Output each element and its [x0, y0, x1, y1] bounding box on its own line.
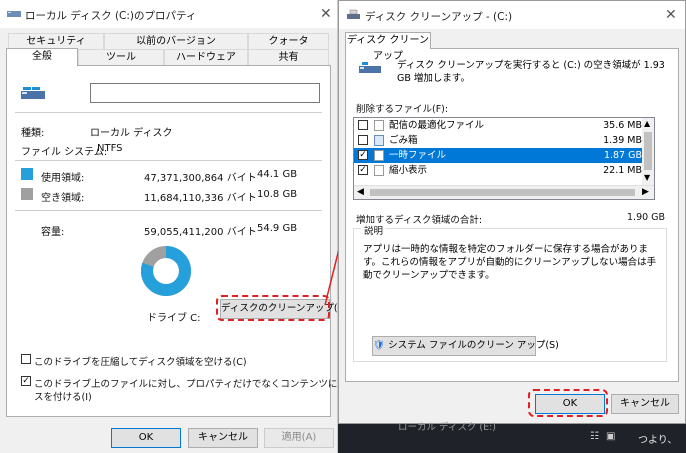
drive-icon — [7, 9, 21, 22]
usage-donut-chart — [141, 246, 191, 296]
file-icon — [374, 150, 384, 161]
file-size: 35.6 MB — [603, 120, 642, 131]
tab-disk-cleanup[interactable]: ディスク クリーンアップ — [345, 32, 431, 62]
compress-checkbox[interactable] — [21, 354, 31, 364]
file-checkbox[interactable] — [358, 120, 368, 130]
shield-icon: 🛡 — [373, 340, 386, 351]
title-bar: ディスク クリーンアップ - (C:) ✕ — [339, 1, 685, 29]
tab-tools[interactable]: ツール — [78, 49, 164, 65]
index-label-line2: スを付ける(I) — [34, 392, 92, 403]
free-space-gb: 10.8 GB — [257, 189, 298, 200]
taskbar-strip: ローカル ディスク (E:) ☷ ▣ つより、 — [338, 422, 686, 453]
system-file-cleanup-button[interactable]: 🛡 システム ファイルのクリーン アップ(S) — [372, 336, 559, 356]
disk-cleanup-window: ディスク クリーンアップ - (C:) ✕ ディスク クリーンアップ ディスク … — [338, 0, 686, 424]
free-space-bytes: 11,684,110,336 バイト — [144, 193, 257, 204]
file-name: 縮小表示 — [389, 165, 428, 176]
file-row-delivery-optimization[interactable]: 配信の最適化ファイル 35.6 MB — [354, 118, 644, 133]
close-icon[interactable]: ✕ — [320, 7, 332, 21]
file-row-thumbnails[interactable]: ✓ 縮小表示 22.1 MB — [354, 163, 644, 178]
file-size: 1.39 MB — [603, 135, 642, 146]
description-heading: 説明 — [361, 223, 387, 237]
cleanup-description: ディスク クリーンアップを実行すると (C:) の空き領域が 1.93 GB 増… — [397, 60, 665, 84]
close-icon[interactable]: ✕ — [665, 8, 677, 22]
file-checkbox[interactable] — [358, 135, 368, 145]
used-space-swatch — [21, 168, 33, 180]
file-name: 一時ファイル — [389, 150, 447, 161]
type-label: 種類: — [21, 128, 45, 139]
ok-button-highlight — [528, 389, 608, 417]
used-space-gb: 44.1 GB — [257, 169, 298, 180]
capacity-gb: 54.9 GB — [257, 223, 298, 234]
used-space-label: 使用領域: — [41, 173, 85, 184]
file-name: 配信の最適化ファイル — [389, 120, 485, 131]
recycle-bin-icon — [374, 135, 384, 146]
scroll-thumb[interactable] — [644, 132, 652, 170]
filesystem-value: NTFS — [97, 143, 123, 154]
files-to-delete-label: 削除するファイル(F): — [356, 104, 449, 115]
tab-general[interactable]: 全般 — [6, 48, 78, 66]
tab-security[interactable]: セキュリティ — [8, 33, 104, 49]
view-details-icon[interactable]: ☷ — [590, 431, 599, 442]
type-value: ローカル ディスク — [90, 128, 173, 139]
window-title: ローカル ディスク (C:)のプロパティ — [25, 10, 197, 22]
separator — [15, 210, 322, 211]
drive-large-icon — [21, 84, 45, 107]
file-checkbox[interactable]: ✓ — [358, 150, 368, 160]
used-space-bytes: 47,371,300,864 バイト — [144, 173, 257, 184]
file-size: 1.87 GB — [603, 150, 642, 161]
horizontal-scrollbar[interactable]: ◀ ▶ — [354, 185, 654, 199]
file-size: 22.1 MB — [603, 165, 642, 176]
drive-properties-window: ローカル ディスク (C:)のプロパティ ✕ セキュリティ 以前のバージョン ク… — [0, 0, 338, 453]
total-space-value: 1.90 GB — [627, 212, 666, 223]
separator — [15, 160, 322, 161]
free-space-swatch — [21, 188, 33, 200]
free-space-label: 空き領域: — [41, 193, 85, 204]
vertical-scrollbar[interactable]: ▲ ▼ — [642, 118, 654, 185]
cleanup-button-highlight — [216, 295, 330, 321]
capacity-label: 容量: — [41, 227, 65, 238]
index-label-line1: このドライブ上のファイルに対し、プロパティだけでなくコンテンツにもインデック — [34, 379, 338, 390]
scroll-right-icon[interactable]: ▶ — [642, 187, 649, 197]
description-text: アプリは一時的な情報を特定のフォルダーに保存する場合があります。これらの情報をア… — [363, 244, 657, 281]
filesystem-label: ファイル システム: — [21, 147, 108, 158]
taskbar-right-text: つより、 — [638, 435, 678, 446]
window-title: ディスク クリーンアップ - (C:) — [365, 11, 513, 23]
file-icon — [374, 165, 384, 176]
drive-name-input[interactable] — [90, 83, 320, 103]
index-checkbox[interactable]: ✓ — [21, 376, 31, 386]
scroll-thumb[interactable] — [370, 189, 635, 196]
cancel-button[interactable]: キャンセル — [611, 394, 679, 414]
tab-sharing[interactable]: 共有 — [248, 49, 329, 65]
cancel-button[interactable]: キャンセル — [188, 428, 258, 448]
drive-letter-label: ドライブ C: — [147, 313, 201, 324]
disk-cleanup-icon — [347, 9, 360, 24]
ok-button[interactable]: OK — [111, 428, 181, 448]
apply-button[interactable]: 適用(A) — [264, 428, 334, 448]
files-list[interactable]: 配信の最適化ファイル 35.6 MB ごみ箱 1.39 MB ✓ 一時ファイル … — [353, 117, 655, 200]
file-row-temporary-files[interactable]: ✓ 一時ファイル 1.87 GB — [354, 148, 644, 163]
file-name: ごみ箱 — [389, 135, 418, 146]
view-tiles-icon[interactable]: ▣ — [606, 431, 615, 442]
index-check-mark: ✓ — [22, 376, 30, 386]
separator — [15, 112, 322, 113]
file-checkbox[interactable]: ✓ — [358, 165, 368, 175]
tab-quota[interactable]: クォータ — [248, 33, 329, 49]
title-bar: ローカル ディスク (C:)のプロパティ ✕ — [0, 0, 337, 28]
scroll-left-icon[interactable]: ◀ — [357, 187, 364, 197]
capacity-bytes: 59,055,411,200 バイト — [144, 227, 257, 238]
taskbar-text: ローカル ディスク (E:) — [398, 422, 496, 433]
file-row-recycle-bin[interactable]: ごみ箱 1.39 MB — [354, 133, 644, 148]
tab-previous-versions[interactable]: 以前のバージョン — [104, 33, 248, 49]
system-file-cleanup-label: システム ファイルのクリーン アップ(S) — [388, 340, 559, 351]
scroll-up-icon[interactable]: ▲ — [644, 119, 650, 128]
tab-hardware[interactable]: ハードウェア — [164, 49, 248, 65]
file-icon — [374, 120, 384, 131]
compress-label: このドライブを圧縮してディスク領域を空ける(C) — [34, 357, 247, 368]
scroll-down-icon[interactable]: ▼ — [644, 173, 650, 182]
